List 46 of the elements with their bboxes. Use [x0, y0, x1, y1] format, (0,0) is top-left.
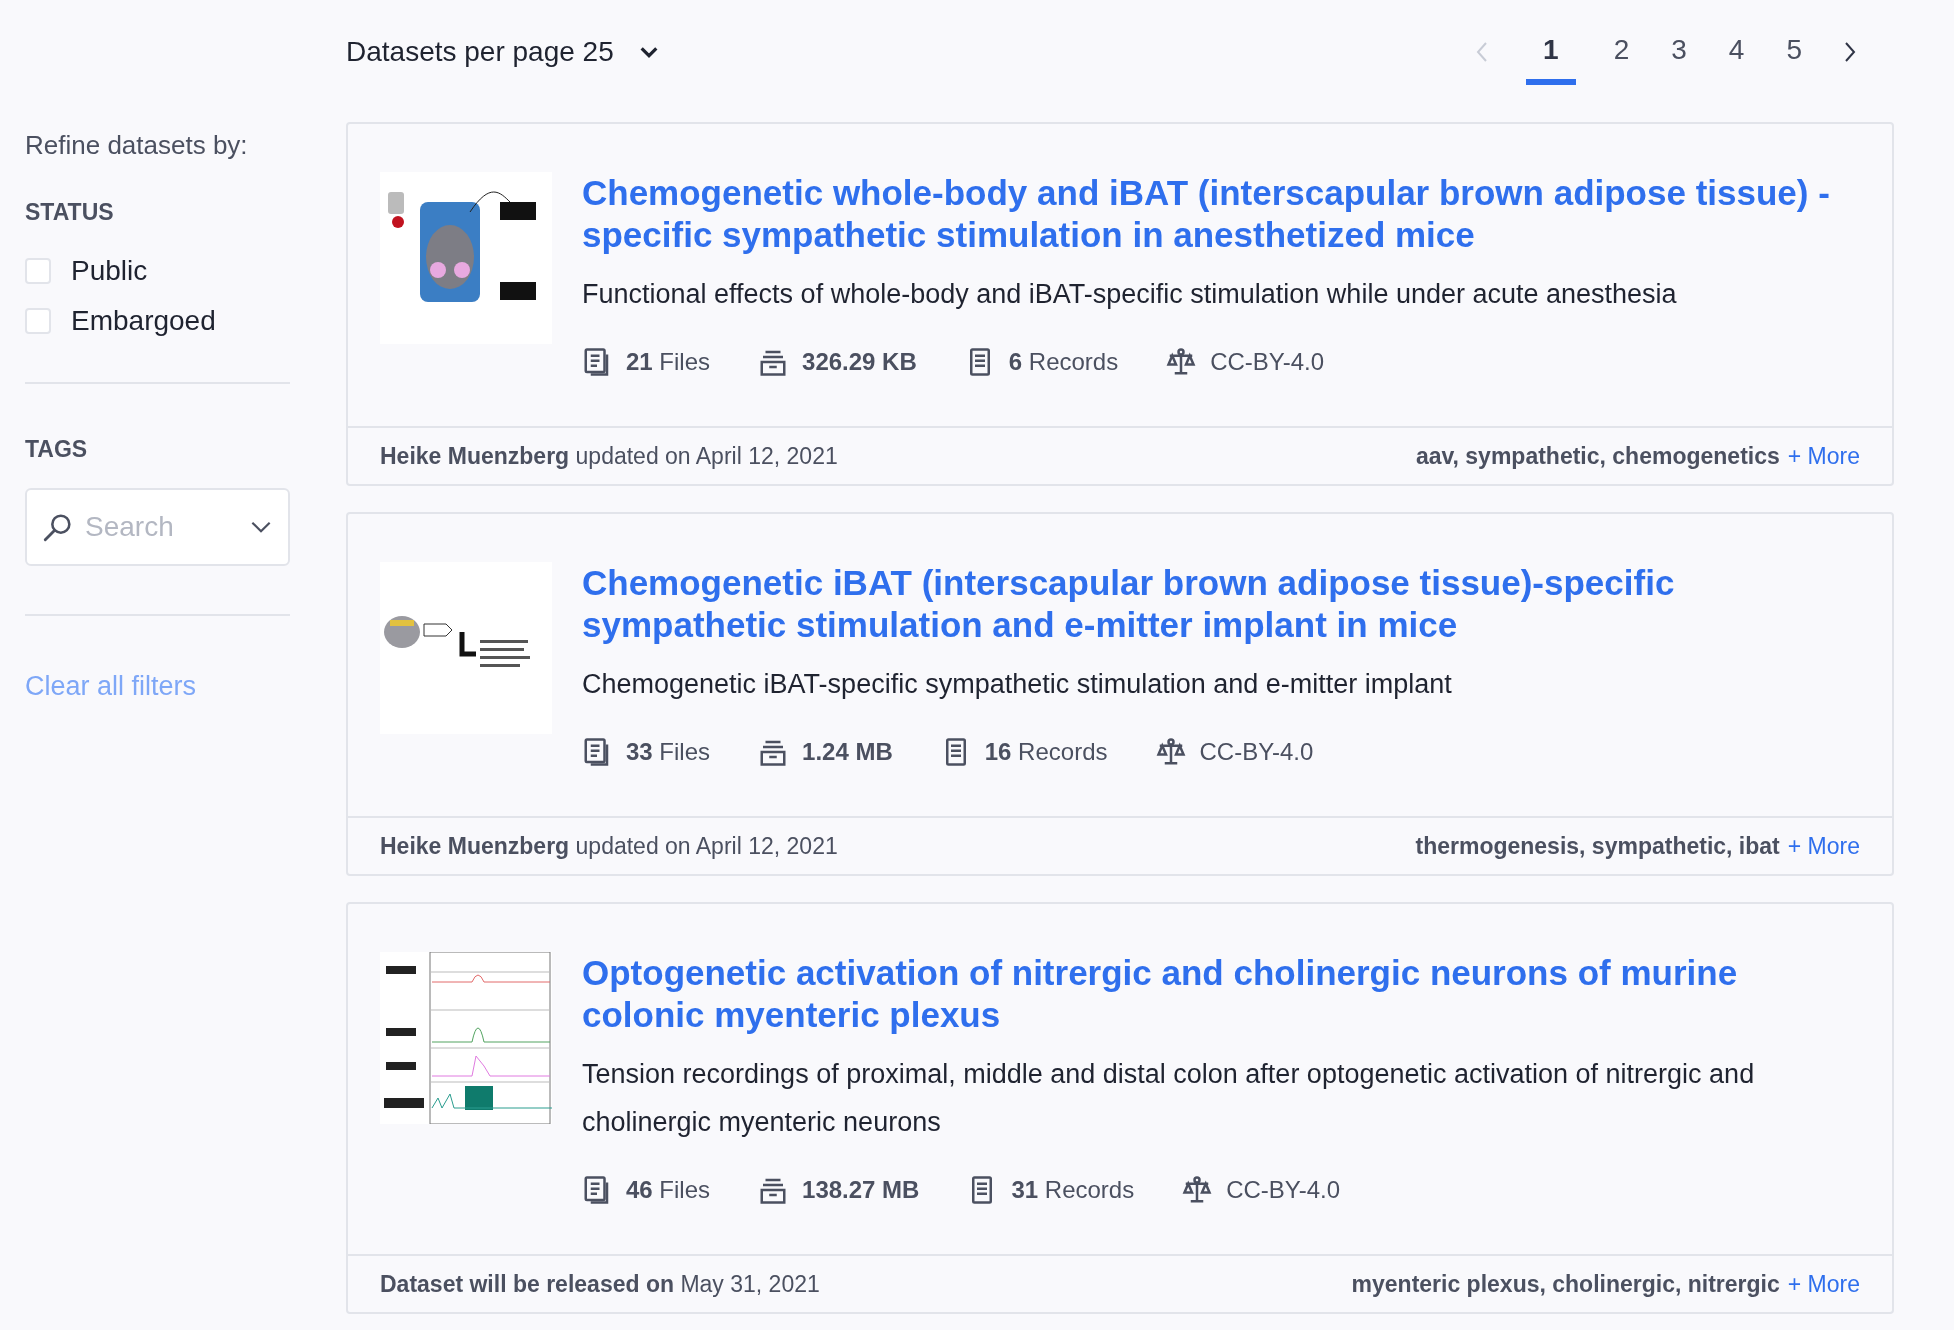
checkbox[interactable]	[25, 307, 51, 334]
page-link[interactable]: 2	[1609, 19, 1634, 85]
scale-icon	[1166, 347, 1197, 377]
stat-text: CC-BY-4.0	[1226, 1175, 1341, 1205]
page-link[interactable]: 5	[1782, 19, 1806, 85]
stat-text: 1.24 MB	[802, 737, 893, 767]
stat-text: 33 Files	[626, 737, 711, 767]
tag-list: aav, sympathetic, chemogenetics	[1415, 438, 1780, 474]
tag-list: thermogenesis, sympathetic, ibat	[1415, 828, 1780, 864]
stat-text: CC-BY-4.0	[1199, 737, 1314, 767]
more-tags-link[interactable]: + More	[1787, 1266, 1860, 1302]
tag-search-dropdown[interactable]: Search	[25, 488, 290, 566]
more-tags-link[interactable]: + More	[1787, 828, 1860, 864]
scale-icon	[1155, 737, 1186, 767]
update-info: Dataset will be released on May 31, 2021	[380, 1269, 820, 1299]
dataset-description: Functional effects of whole-body and iBAT-specific stimulation while under acute anesthesia	[582, 278, 1678, 311]
checkbox-label: Embargoed	[71, 303, 216, 338]
stat-text: 46 Files	[626, 1175, 711, 1205]
dataset-description: Tension recordings of proximal, middle and distal colon after optogenetic activation of nitrergic and cholinergic myenteric neurons	[582, 1058, 1756, 1139]
stat-text: 326.29 KB	[802, 347, 917, 377]
search-input[interactable]: Search	[85, 497, 238, 557]
more-tags-link[interactable]: + More	[1787, 438, 1860, 474]
update-info: Heike Muenzberg updated on April 12, 2021	[380, 831, 838, 861]
page-link[interactable]: 1	[1526, 19, 1576, 85]
stat-text: 31 Records	[1011, 1175, 1135, 1205]
update-info: Heike Muenzberg updated on April 12, 2021	[380, 441, 838, 471]
checkbox[interactable]	[25, 257, 51, 284]
stat-text: 21 Files	[626, 347, 711, 377]
dataset-title-link[interactable]: Optogenetic activation of nitrergic and cholinergic neurons of murine colonic myenteric plexus	[582, 952, 1858, 1036]
dataset-title-link[interactable]: Chemogenetic iBAT (interscapular brown adipose tissue)-specific sympathetic stimulation and e-mitter implant in mice	[582, 562, 1858, 646]
stat-text: 6 Records	[1008, 347, 1119, 377]
stat-text: 138.27 MB	[802, 1175, 920, 1205]
tag-list: myenteric plexus, cholinergic, nitrergic	[1351, 1266, 1780, 1302]
page-link[interactable]: 3	[1667, 19, 1691, 85]
filter-heading: Refine datasets by:	[25, 129, 249, 162]
per-page-dropdown[interactable]: Datasets per page 25	[346, 31, 660, 73]
section-heading: STATUS	[25, 198, 115, 227]
clear-filters-link[interactable]: Clear all filters	[25, 671, 197, 701]
dataset-title-link[interactable]: Chemogenetic whole-body and iBAT (interscapular brown adipose tissue) - specific sympathetic stimulation in anesthetized mice	[582, 172, 1858, 256]
scale-icon	[1182, 1175, 1213, 1205]
checkbox-label: Public	[71, 253, 148, 288]
stat-text: 16 Records	[984, 737, 1108, 767]
stat-text: CC-BY-4.0	[1210, 347, 1325, 377]
page-link[interactable]: 4	[1724, 19, 1749, 85]
section-heading: TAGS	[25, 434, 89, 464]
dataset-description: Chemogenetic iBAT-specific sympathetic stimulation and e-mitter implant	[582, 668, 1453, 701]
